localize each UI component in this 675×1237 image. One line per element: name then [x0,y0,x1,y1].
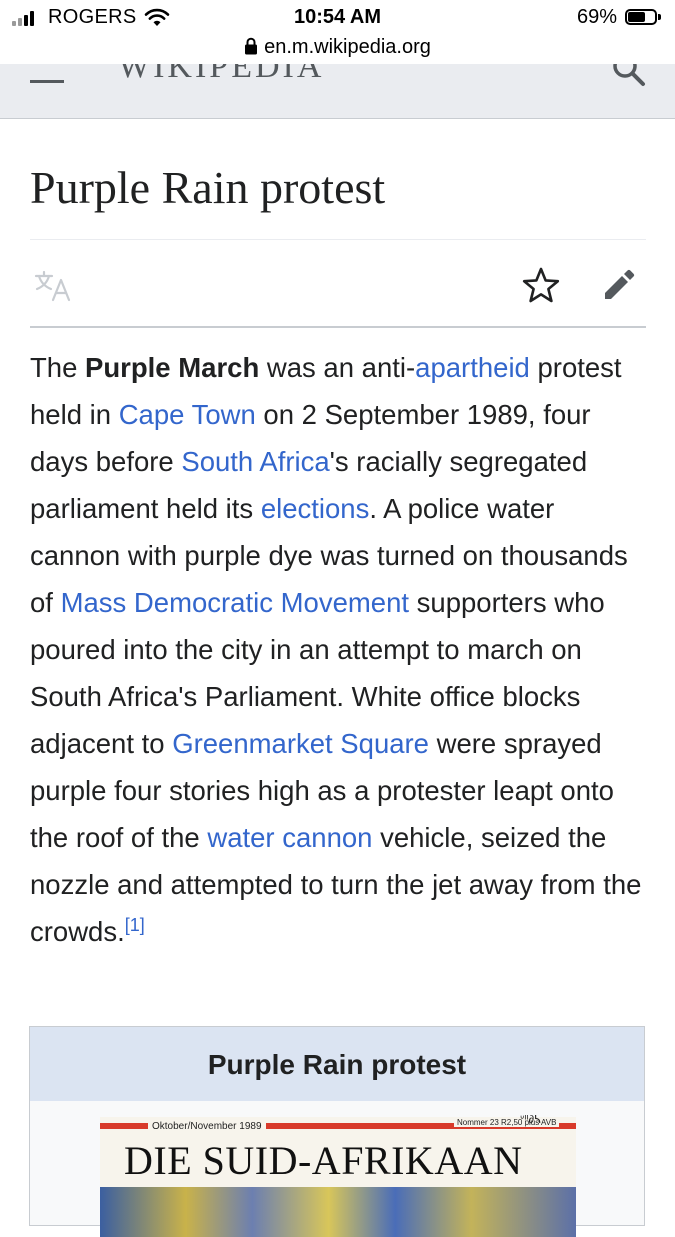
battery-icon [625,9,663,27]
wiki-link[interactable]: South Africa [181,446,329,477]
translate-icon[interactable] [34,268,72,302]
address-bar[interactable]: en.m.wikipedia.org [0,36,675,64]
cover-date: Oktober/November 1989 [148,1121,266,1132]
site-header: WIKIPEDIA [0,64,675,119]
battery-percent: 69% [576,6,617,28]
text-run: The [30,352,86,383]
lock-icon [245,37,258,55]
bold-term: Purple March [85,352,260,383]
action-bar-divider [30,326,646,328]
lead-paragraph: The Purple March was an anti-apartheid p… [30,344,650,955]
pencil-icon[interactable] [602,268,636,302]
page-title: Purple Rain protest [30,162,386,213]
text-run: was an anti- [259,352,416,383]
url-text: en.m.wikipedia.org [264,36,431,58]
infobox-image[interactable]: Oktober/November 1989 Nommer 23 R2,50 pl… [100,1114,576,1237]
clock: 10:54 AM [293,6,382,28]
cover-photo [100,1187,576,1237]
star-icon[interactable] [522,266,560,304]
hamburger-menu-icon[interactable] [30,74,66,86]
title-divider [30,239,646,240]
status-bar: ROGERS 10:54 AM 69% [0,0,675,36]
wikipedia-wordmark[interactable]: WIKIPEDIA [118,64,324,86]
wiki-link[interactable]: Greenmarket Square [172,728,429,759]
wiki-link[interactable]: elections [261,493,370,524]
wiki-link[interactable]: water cannon [207,822,372,853]
citation-link[interactable]: [1] [125,915,145,935]
cover-issue: Nommer 23 R2,50 plus AVB [454,1118,560,1127]
wiki-link[interactable]: Mass Democratic Movement [61,587,409,618]
cover-masthead: DIE SUID-AFRIKAAN [124,1138,523,1183]
search-icon[interactable] [611,64,647,90]
wiki-link[interactable]: apartheid [415,352,530,383]
wiki-link[interactable]: Cape Town [119,399,256,430]
infobox: Purple Rain protest Oktober/November 198… [29,1026,645,1237]
infobox-title: Purple Rain protest [30,1027,644,1101]
citation-superscript: [1] [125,915,145,935]
cover-code: ᐡᐦ∂ᓴ [520,1114,541,1126]
